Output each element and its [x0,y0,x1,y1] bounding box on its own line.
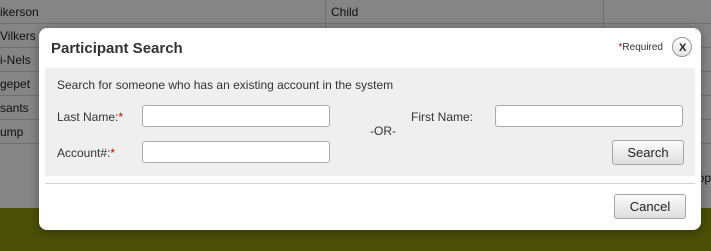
close-button[interactable]: X [672,37,692,57]
required-note: *Required [619,42,664,53]
last-name-label: Last Name:* [57,110,123,124]
cancel-button[interactable]: Cancel [614,194,686,219]
required-marker: * [110,146,116,160]
search-panel: Search for someone who has an existing a… [45,68,695,176]
last-name-input[interactable] [142,105,330,127]
or-separator: -OR- [370,124,396,138]
account-label-text: Account#: [57,146,111,160]
required-marker: * [118,110,124,124]
search-button[interactable]: Search [612,140,684,165]
account-label: Account#:* [57,146,115,160]
required-text: Required [622,42,663,53]
account-number-input[interactable] [142,141,330,163]
first-name-input[interactable] [495,105,683,127]
participant-search-dialog: Participant Search *Required X Search fo… [39,28,701,230]
search-instructions: Search for someone who has an existing a… [57,78,394,92]
dialog-divider [45,183,695,184]
last-name-label-text: Last Name: [57,110,119,124]
dialog-title: Participant Search [51,40,183,57]
first-name-label: First Name: [411,110,474,124]
